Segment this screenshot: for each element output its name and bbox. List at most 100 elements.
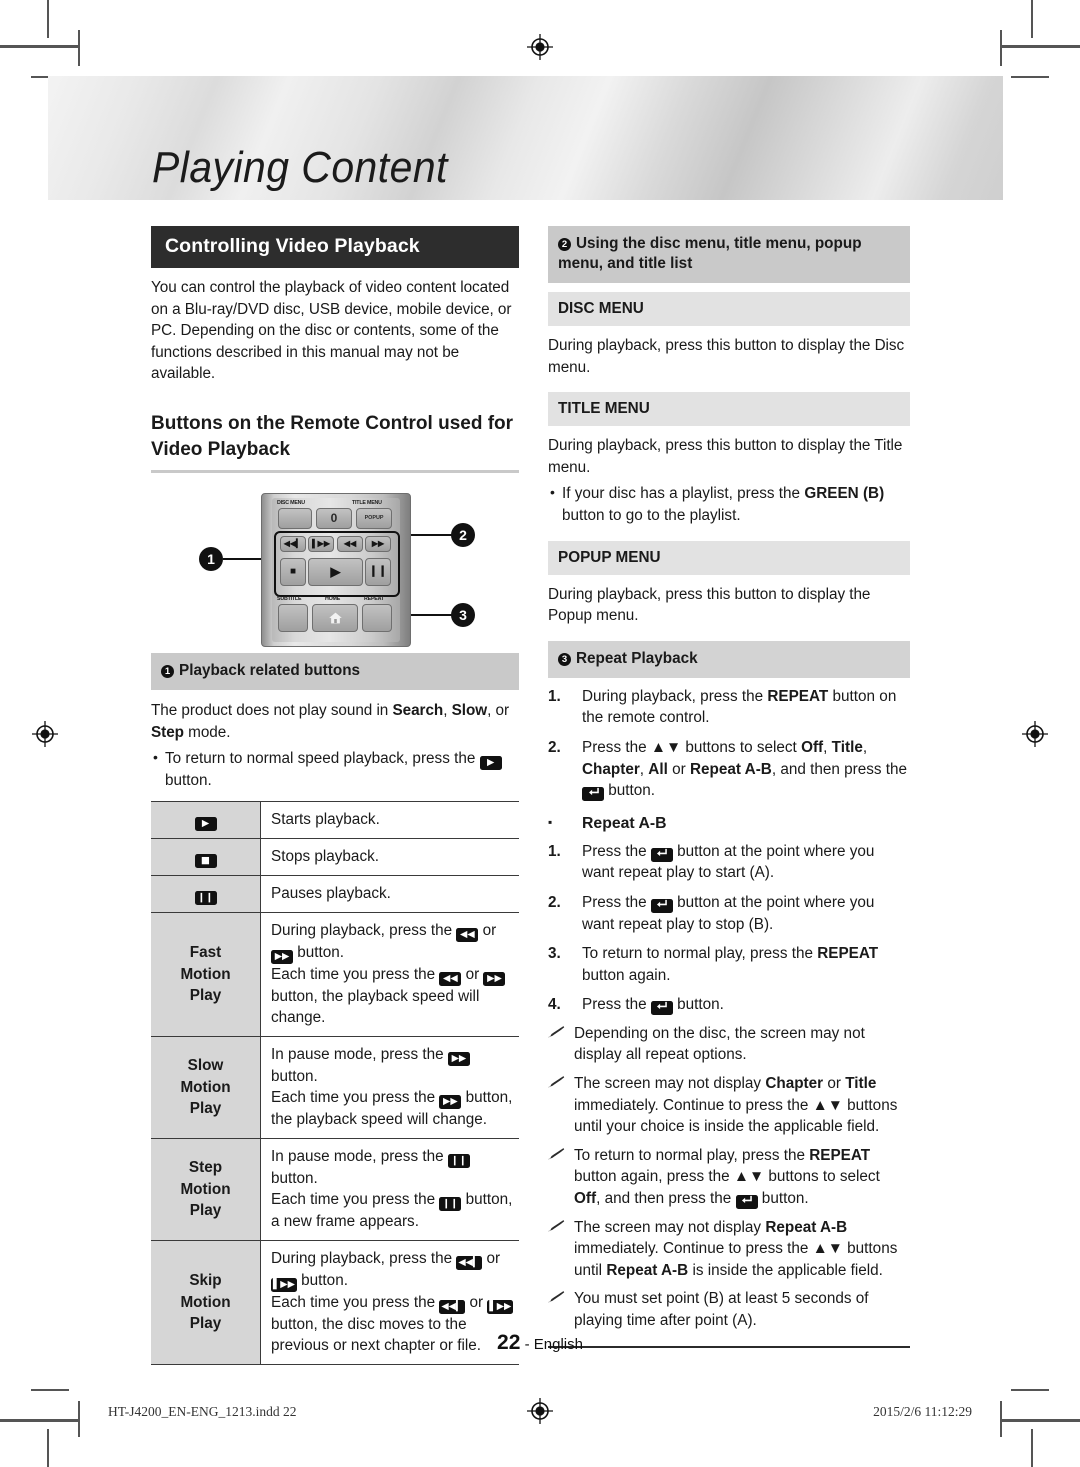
playback-buttons-table: ▶ Starts playback. ■ Stops playback. ❙❙ Pause… <box>151 800 519 1365</box>
crop-mark-tl-h <box>0 45 78 48</box>
repeat-ab-label: Repeat A-B <box>582 814 667 832</box>
remote-button-fastforward[interactable]: ▶▶ <box>365 535 391 552</box>
subsection-rule <box>151 469 519 473</box>
remote-button-prev[interactable]: ◀◀▎ <box>280 535 306 552</box>
play-button-icon: ▶ <box>479 756 502 771</box>
crop-mark-tl2-v <box>78 30 80 66</box>
table-row: Step Motion Play In pause mode, press the ❙… <box>151 1137 519 1241</box>
home-icon <box>328 612 342 624</box>
section-title-bar: Controlling Video Playback <box>151 226 519 268</box>
updown-arrows-icon: ▲▼ <box>812 1096 843 1114</box>
note-item: To return to normal play, press the REPE… <box>548 1145 910 1210</box>
right-column: 2 Using the disc menu, title menu, popup … <box>548 226 910 1349</box>
remote-button-play[interactable]: ▶ <box>308 557 363 586</box>
remote-button-disc-menu[interactable] <box>278 507 312 529</box>
rew-button-icon: ◀◀ <box>456 927 479 942</box>
numbered-step: 4. Press the button. <box>548 994 910 1016</box>
table-row-label: Fast Motion Play <box>151 911 261 1037</box>
playlist-bullet-post: button to go to the playlist. <box>562 506 741 524</box>
rewind-icon: ◀◀ <box>343 538 357 548</box>
remote-control-illustration: 1 2 3 DISC MENU TITLE MENU 0 POPUP ◀◀▎ ▌… <box>151 485 519 653</box>
emphasis: Off <box>574 1190 597 1208</box>
note-text: Depending on the disc, the screen may no… <box>574 1024 865 1064</box>
next-icon: ▌▶▶ <box>312 538 330 548</box>
table-row-description: Starts playback. <box>260 800 519 839</box>
pencil-icon <box>548 1147 565 1160</box>
subsection-heading: Buttons on the Remote Control used for V… <box>151 412 514 460</box>
play-button-icon: ▶ <box>194 816 217 831</box>
normal-speed-bullet: To return to normal speed playback, pres… <box>151 747 519 792</box>
sound-note: The product does not play sound in Searc… <box>151 700 519 743</box>
sound-note-mid1: , <box>443 701 452 719</box>
pencil-icon <box>548 1219 565 1232</box>
remote-button-home[interactable] <box>312 603 358 632</box>
table-row-description: Stops playback. <box>260 837 519 876</box>
disc-menu-header: DISC MENU <box>548 292 910 326</box>
table-row-label: ■ <box>151 837 261 876</box>
prev-button-icon: ◀◀▎ <box>456 1255 483 1270</box>
emphasis: All <box>648 760 668 778</box>
table-row-label: Step Motion Play <box>151 1137 261 1241</box>
pencil-icon <box>548 1291 565 1304</box>
repeat-steps: 1. During playback, press the REPEAT butt… <box>548 686 910 802</box>
pause-icon: ❙❙ <box>368 565 388 578</box>
page-language-sep: - <box>520 1336 534 1353</box>
group-1-label: Playback related buttons <box>179 661 361 679</box>
repeat-ab-title: ▪ Repeat A-B <box>548 815 910 833</box>
group-2-label: Using the disc menu, title menu, popup m… <box>558 235 862 272</box>
remote-button-pause[interactable]: ❙❙ <box>365 557 391 586</box>
chapter-title: Playing Content <box>152 143 448 192</box>
enter-button-icon <box>582 787 604 802</box>
step-number: 1. <box>548 842 561 860</box>
note-text: You must set point (B) at least 5 second… <box>574 1290 869 1329</box>
updown-arrows-icon: ▲▼ <box>812 1240 843 1258</box>
crop-mark-br2-h <box>1011 1389 1049 1391</box>
table-row-label: ❙❙ <box>151 874 261 913</box>
remote-button-popup[interactable]: POPUP <box>356 507 392 529</box>
note-text: The screen may not display Chapter or Ti… <box>574 1075 898 1136</box>
popup-menu-body: During playback, press this button to di… <box>548 585 871 625</box>
page-footer: 22 - English <box>0 1331 1080 1355</box>
emphasis: Repeat A-B <box>689 760 772 778</box>
emphasis: Chapter <box>765 1075 824 1093</box>
remote-label-disc-menu: DISC MENU <box>277 499 305 506</box>
crop-mark-bl-v <box>47 1429 49 1467</box>
sound-note-search: Search <box>392 701 444 719</box>
numbered-step: 2. Press the ▲▼ buttons to select Off, Ti… <box>548 737 910 802</box>
sound-note-pre: The product does not play sound in <box>151 701 393 719</box>
group-2-header: 2 Using the disc menu, title menu, popup … <box>548 226 910 283</box>
remote-button-next[interactable]: ▌▶▶ <box>308 535 334 552</box>
notes-list: Depending on the disc, the screen may no… <box>548 1023 910 1332</box>
callout-3: 3 <box>451 602 475 627</box>
page-number: 22 <box>497 1331 521 1354</box>
playback-buttons-table-body: ▶ Starts playback. ■ Stops playback. ❙❙ Pause… <box>151 800 519 1365</box>
numbered-step: 3. To return to normal play, press the RE… <box>548 943 910 986</box>
remote-button-subtitle[interactable] <box>278 603 308 632</box>
emphasis: REPEAT <box>809 1146 871 1164</box>
note-item: The screen may not display Repeat A-B im… <box>548 1217 910 1282</box>
remote-label-repeat: REPEAT <box>364 595 384 602</box>
step-text: Press the button at the point where you … <box>582 842 875 882</box>
stop-icon: ■ <box>289 565 297 577</box>
remote-label-home: HOME <box>325 595 341 602</box>
numbered-step: 1. During playback, press the REPEAT butt… <box>548 686 910 729</box>
remote-button-repeat[interactable] <box>362 603 392 632</box>
emphasis: Title <box>831 738 863 756</box>
emphasis: Repeat A-B <box>606 1261 689 1279</box>
playlist-bullet-green: GREEN (B) <box>804 485 885 503</box>
group-3-badge: 3 <box>558 652 571 666</box>
rew-button-icon: ◀◀ <box>439 971 462 986</box>
repeat-ab-steps: 1. Press the button at the point where yo… <box>548 841 910 1016</box>
table-row-label: ▶ <box>151 800 261 839</box>
remote-button-rewind[interactable]: ◀◀ <box>337 535 363 552</box>
crop-mark-tr2-v <box>1000 30 1002 66</box>
registration-mark-right <box>1022 721 1048 747</box>
remote-button-0[interactable]: 0 <box>316 507 352 529</box>
step-number: 4. <box>548 996 561 1014</box>
updown-arrows-icon: ▲▼ <box>733 1168 765 1186</box>
step-text: Press the button at the point where you … <box>582 893 875 933</box>
step-number: 3. <box>548 945 561 963</box>
page-language: English <box>533 1336 583 1353</box>
remote-button-stop[interactable]: ■ <box>280 557 306 586</box>
fast-forward-icon: ▶▶ <box>371 538 385 548</box>
